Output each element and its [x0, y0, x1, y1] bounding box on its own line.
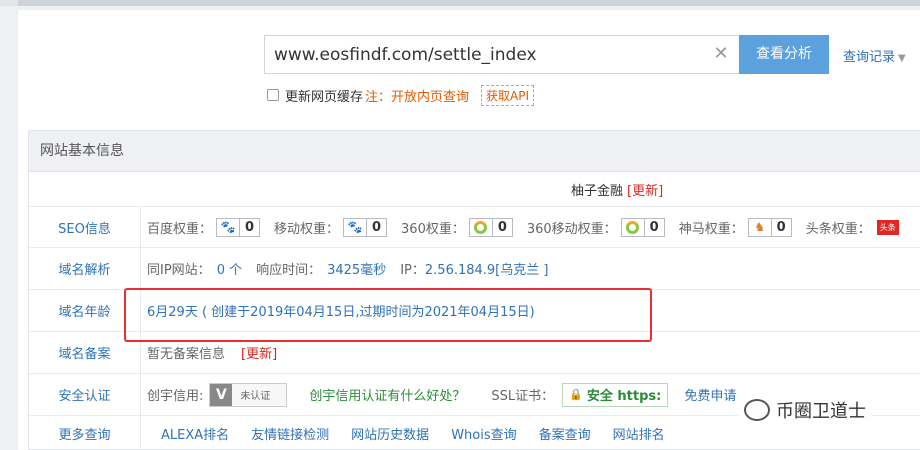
history-data-link[interactable]: 网站历史数据 [351, 424, 429, 443]
paw-icon: 🐾 [347, 220, 363, 234]
basic-info-title: 网站基本信息 [29, 131, 920, 172]
search-box: ✕ [264, 35, 740, 74]
chevron-down-icon: ▼ [898, 53, 906, 64]
ring-icon [474, 220, 488, 234]
toutiao-weight-badge[interactable]: 头条 [876, 218, 899, 237]
ip-value[interactable]: 2.56.184.9[乌克兰 ] [425, 259, 549, 278]
top-strip [18, 0, 920, 6]
credit-cert-badge[interactable]: V 未认证 [209, 382, 288, 407]
same-ip-value[interactable]: 0 个 [217, 259, 242, 278]
wechat-icon [744, 399, 770, 421]
baidu-weight-value: 0 [239, 218, 259, 236]
ssl-value: 安全 https: [586, 389, 662, 404]
ssl-badge[interactable]: 🔒 安全 https: [562, 382, 669, 407]
horse-icon: ♞ [754, 220, 766, 234]
search-options: 更新网页缓存 注：开放内页查询 获取API [267, 84, 535, 106]
toutiao-weight-label: 头条权重： [805, 221, 871, 237]
get-api-link[interactable]: 获取API [481, 84, 535, 106]
dns-row: 域名解析 同IP网站： 0 个 响应时间： 3425毫秒 IP： 2.56.18… [29, 248, 920, 290]
dns-values: 同IP网站： 0 个 响应时间： 3425毫秒 IP： 2.56.184.9[乌… [147, 248, 548, 289]
icp-query-link[interactable]: 备案查询 [539, 424, 591, 443]
ssl-label: SSL证书： [491, 389, 555, 404]
clear-icon[interactable]: ✕ [711, 44, 731, 64]
baidu-weight-badge[interactable]: 🐾 0 [216, 217, 261, 237]
credit-benefit-link[interactable]: 创宇信用认证有什么好处？ [309, 385, 465, 404]
paw-icon: 🐾 [220, 220, 236, 234]
ring-icon [626, 220, 640, 234]
more-links: ALEXA排名 友情链接检测 网站历史数据 Whois查询 备案查询 网站排名 [161, 416, 687, 450]
top-bar [0, 0, 920, 6]
cert-status: 未认证 [240, 391, 271, 402]
360-mobile-weight-label: 360移动权重： [526, 221, 617, 237]
shenma-weight-label: 神马权重： [678, 221, 744, 237]
search-input[interactable] [265, 36, 705, 73]
seo-label: SEO信息 [29, 207, 141, 247]
history-dropdown[interactable]: 查询记录 ▼ [843, 46, 906, 65]
security-values: 创宇信用: V 未认证 创宇信用认证有什么好处？ SSL证书： 🔒 安全 https… [147, 374, 736, 415]
mobile-weight-value: 0 [366, 218, 386, 236]
360-weight-badge[interactable]: 0 [468, 217, 513, 237]
shenma-weight-badge[interactable]: ♞ 0 [747, 217, 792, 237]
360-mobile-weight-badge[interactable]: 0 [620, 217, 665, 237]
360-mobile-weight-value: 0 [643, 218, 664, 236]
site-name-cell: 柚子金融 [更新] [571, 172, 663, 206]
site-update-link[interactable]: [更新] [627, 180, 663, 199]
toutiao-icon: 头条 [876, 219, 899, 235]
highlight-box [124, 288, 652, 342]
history-label: 查询记录 [843, 50, 896, 65]
credit-label: 创宇信用: [147, 389, 204, 404]
dns-label: 域名解析 [29, 248, 141, 289]
site-rank-link[interactable]: 网站排名 [613, 424, 665, 443]
refresh-cache-checkbox[interactable] [267, 89, 279, 101]
same-ip-label: 同IP网站： [147, 263, 211, 278]
360-weight-label: 360权重： [401, 221, 465, 237]
mobile-weight-badge[interactable]: 🐾 0 [343, 217, 388, 237]
baidu-weight-label: 百度权重： [147, 221, 213, 237]
icp-value: 暂无备案信息 [147, 347, 226, 362]
response-label: 响应时间： [256, 263, 322, 278]
mobile-weight-label: 移动权重： [274, 221, 340, 237]
shenma-weight-value: 0 [770, 218, 791, 236]
search-button[interactable]: 查看分析 [739, 35, 829, 74]
inner-page-note: 注：开放内页查询 [365, 89, 470, 105]
v-logo-icon: V [210, 383, 233, 406]
alexa-link[interactable]: ALEXA排名 [161, 424, 229, 443]
friend-link-check[interactable]: 友情链接检测 [251, 424, 329, 443]
360-weight-value: 0 [491, 218, 512, 236]
watermark: 币圈卫道士 [738, 395, 872, 425]
seo-row: SEO信息 百度权重： 🐾 0 移动权重： 🐾 0 360权重： 0 360移动权重… [29, 207, 920, 248]
security-label: 安全认证 [29, 374, 141, 415]
response-value: 3425毫秒 [327, 263, 387, 278]
watermark-text: 币圈卫道士 [776, 401, 866, 422]
whois-link[interactable]: Whois查询 [451, 424, 516, 443]
icp-update-link[interactable]: [更新] [241, 343, 277, 362]
refresh-cache-label: 更新网页缓存 [285, 89, 364, 105]
ip-label: IP： [400, 263, 425, 278]
more-label: 更多查询 [29, 416, 141, 450]
free-apply-link[interactable]: 免费申请 [684, 385, 736, 404]
seo-values: 百度权重： 🐾 0 移动权重： 🐾 0 360权重： 0 360移动权重： 0 神马… [147, 207, 913, 247]
site-name-row: 柚子金融 [更新] [29, 172, 920, 207]
site-name: 柚子金融 [571, 183, 624, 199]
lock-icon: 🔒 [569, 388, 583, 401]
